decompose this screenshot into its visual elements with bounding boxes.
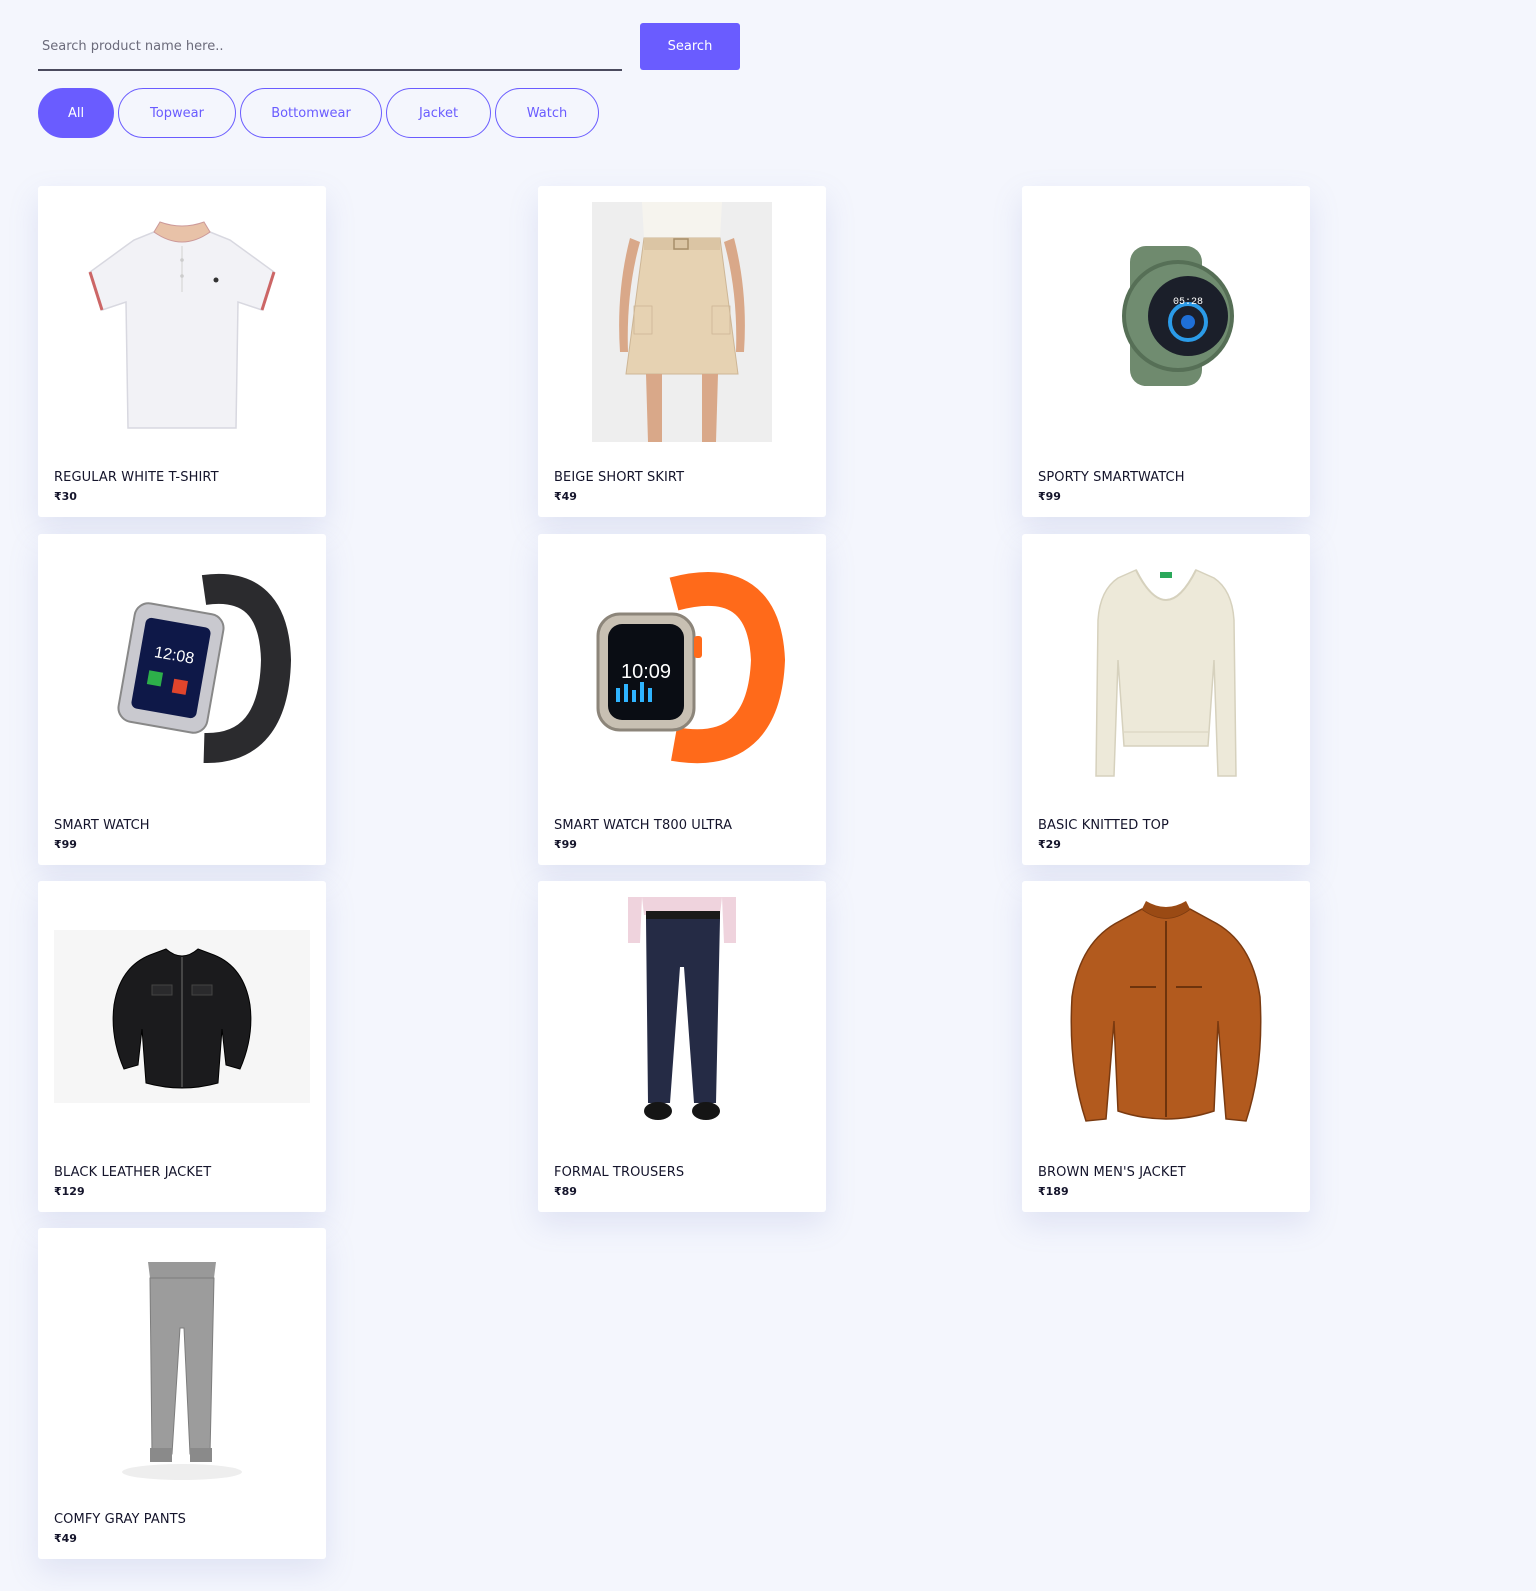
product-price: ₹129	[54, 1185, 85, 1198]
product-price: ₹99	[54, 838, 77, 851]
product-name: SMART WATCH T800 ULTRA	[554, 818, 733, 833]
product-price: ₹89	[554, 1185, 577, 1198]
product-card[interactable]: BASIC KNITTED TOP ₹29	[1022, 534, 1310, 865]
search-bar: Search	[38, 23, 740, 71]
cream-knitted-top-image	[1038, 550, 1294, 790]
product-card[interactable]: 05:28 SPORTY SMARTWATCH ₹99	[1022, 186, 1310, 517]
filter-jacket[interactable]: Jacket	[386, 88, 491, 138]
product-card[interactable]: REGULAR WHITE T-SHIRT ₹30	[38, 186, 326, 517]
gray-pants-image	[54, 1244, 310, 1484]
search-input[interactable]	[38, 23, 622, 71]
filter-watch[interactable]: Watch	[495, 88, 599, 138]
black-smartwatch-image: 12:08	[54, 550, 310, 790]
product-price: ₹49	[554, 490, 577, 503]
product-price: ₹99	[554, 838, 577, 851]
svg-text:10:09: 10:09	[621, 661, 671, 683]
product-card[interactable]: BROWN MEN'S JACKET ₹189	[1022, 881, 1310, 1212]
brown-leather-jacket-image	[1038, 897, 1294, 1137]
product-name: SPORTY SMARTWATCH	[1038, 470, 1185, 485]
product-card[interactable]: BEIGE SHORT SKIRT ₹49	[538, 186, 826, 517]
product-card[interactable]: COMFY GRAY PANTS ₹49	[38, 1228, 326, 1559]
orange-smartwatch-image: 10:09	[554, 550, 810, 790]
product-name: BLACK LEATHER JACKET	[54, 1165, 212, 1180]
product-card[interactable]: 12:08 SMART WATCH ₹99	[38, 534, 326, 865]
product-card[interactable]: BLACK LEATHER JACKET ₹129	[38, 881, 326, 1212]
black-leather-jacket-image	[54, 897, 310, 1137]
product-name: COMFY GRAY PANTS	[54, 1512, 187, 1527]
product-name: BASIC KNITTED TOP	[1038, 818, 1169, 833]
formal-trousers-image	[554, 897, 810, 1137]
product-card[interactable]: 10:09 SMART WATCH T800 ULTRA ₹99	[538, 534, 826, 865]
product-price: ₹30	[54, 490, 77, 503]
filter-topwear[interactable]: Topwear	[118, 88, 236, 138]
beige-skirt-image	[554, 202, 810, 442]
product-name: SMART WATCH	[54, 818, 150, 833]
category-filters: All Topwear Bottomwear Jacket Watch	[38, 88, 603, 138]
search-button[interactable]: Search	[640, 23, 740, 70]
filter-bottomwear[interactable]: Bottomwear	[240, 88, 382, 138]
product-grid: REGULAR WHITE T-SHIRT ₹30 BEIGE SHORT SK…	[0, 0, 1536, 1591]
filter-all[interactable]: All	[38, 88, 114, 138]
svg-text:05:28: 05:28	[1173, 297, 1203, 308]
product-name: BEIGE SHORT SKIRT	[554, 470, 685, 485]
white-polo-tshirt-image	[54, 202, 310, 442]
product-name: REGULAR WHITE T-SHIRT	[54, 470, 219, 485]
product-price: ₹189	[1038, 1185, 1069, 1198]
green-smartwatch-image: 05:28	[1038, 202, 1294, 442]
product-price: ₹29	[1038, 838, 1061, 851]
product-price: ₹49	[54, 1532, 77, 1545]
product-card[interactable]: FORMAL TROUSERS ₹89	[538, 881, 826, 1212]
product-name: FORMAL TROUSERS	[554, 1165, 685, 1180]
product-price: ₹99	[1038, 490, 1061, 503]
product-name: BROWN MEN'S JACKET	[1038, 1165, 1186, 1180]
